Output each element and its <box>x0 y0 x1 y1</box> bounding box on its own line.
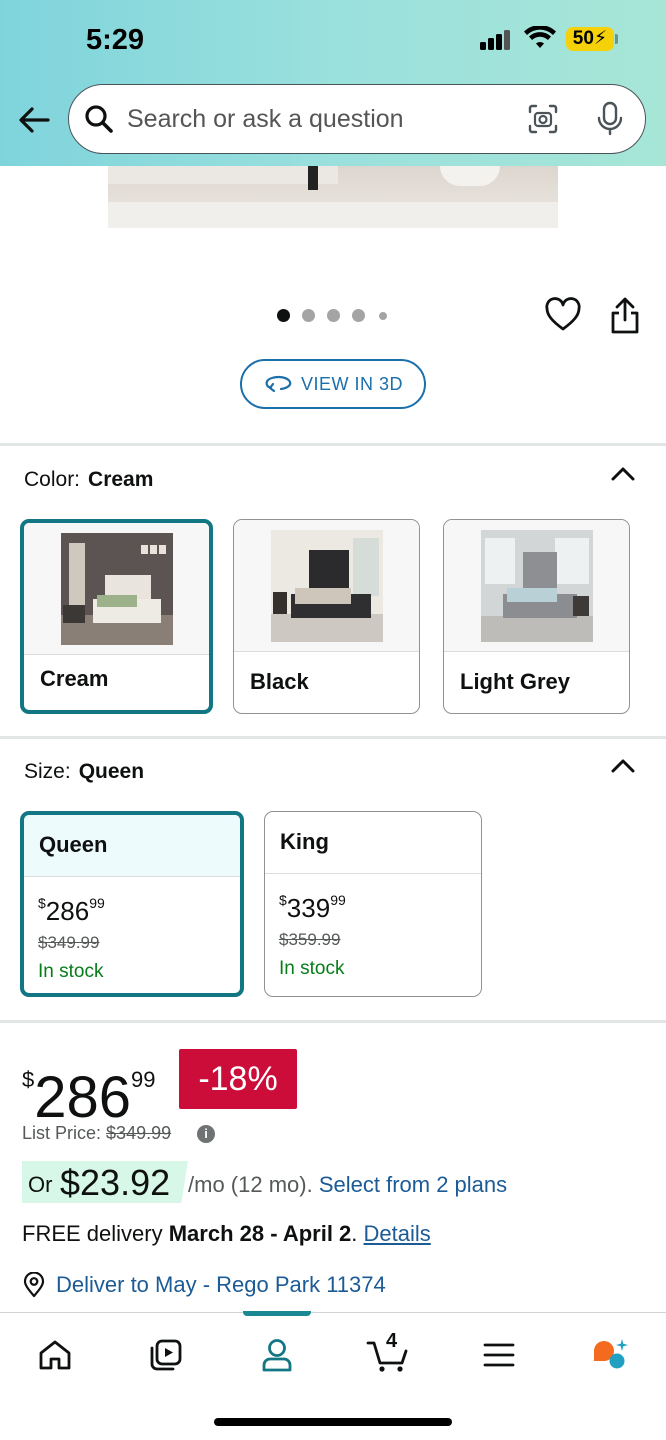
size-option-stock: In stock <box>38 961 104 982</box>
microphone-icon[interactable] <box>595 101 625 137</box>
monthly-amount: $23.92 <box>60 1162 171 1203</box>
video-play-icon <box>150 1339 182 1371</box>
light-grey-bed-thumbnail <box>480 530 593 642</box>
status-time: 5:29 <box>86 24 145 56</box>
location-pin-icon <box>23 1272 45 1298</box>
monthly-terms: /mo (12 mo). Select from 2 plans <box>188 1172 508 1197</box>
view-in-3d-button[interactable]: VIEW IN 3D <box>240 359 426 409</box>
nav-home[interactable] <box>25 1333 85 1377</box>
product-image[interactable] <box>108 166 558 228</box>
nav-account[interactable] <box>247 1333 307 1377</box>
pagination-dot <box>352 309 365 322</box>
nav-rufus[interactable] <box>580 1333 640 1377</box>
size-option-price: $28699 <box>38 895 105 926</box>
view-in-3d-label: VIEW IN 3D <box>300 373 403 394</box>
color-option-label: Light Grey <box>460 669 571 694</box>
home-indicator[interactable] <box>214 1418 452 1426</box>
nav-video[interactable] <box>136 1333 196 1377</box>
nav-menu[interactable] <box>469 1333 529 1377</box>
floor-area <box>108 202 558 228</box>
color-option-cream[interactable]: Cream <box>20 519 213 714</box>
search-icon <box>85 105 113 133</box>
pagination-dot-active <box>277 309 290 322</box>
color-option-black[interactable]: Black <box>233 519 420 714</box>
active-tab-indicator <box>243 1311 311 1316</box>
pagination-dot <box>327 309 340 322</box>
rufus-assistant-icon <box>594 1339 628 1369</box>
section-divider <box>0 443 666 446</box>
search-input[interactable] <box>127 85 507 153</box>
deliver-to-location[interactable]: Deliver to May - Rego Park 11374 <box>56 1272 386 1298</box>
color-option-label: Black <box>250 669 309 694</box>
size-option-list-price: $349.99 <box>38 933 100 952</box>
delivery-info: FREE delivery March 28 - April 2. Detail… <box>22 1221 431 1246</box>
cellular-signal-icon <box>480 30 510 50</box>
black-bed-thumbnail <box>270 530 383 642</box>
search-bar[interactable] <box>68 84 646 154</box>
rotate-3d-icon <box>265 375 292 393</box>
size-option-stock: In stock <box>279 958 345 979</box>
camera-scan-icon[interactable] <box>527 103 559 135</box>
stool <box>440 166 500 186</box>
swatch-thumbnail-area <box>234 520 419 652</box>
monthly-prefix: Or <box>28 1172 53 1197</box>
pagination-dot <box>379 312 387 320</box>
size-option-name: Queen <box>39 832 108 857</box>
color-option-light-grey[interactable]: Light Grey <box>443 519 630 714</box>
color-selected-value: Cream <box>88 468 154 491</box>
back-arrow-icon[interactable] <box>14 100 54 140</box>
wifi-icon <box>524 26 556 48</box>
home-icon <box>39 1340 71 1370</box>
info-icon[interactable]: i <box>197 1125 215 1143</box>
cream-bed-thumbnail <box>60 533 173 645</box>
main-price: $28699 <box>22 1065 156 1130</box>
battery-tip <box>615 34 618 44</box>
color-label: Color: <box>24 468 81 491</box>
share-icon[interactable] <box>608 296 642 336</box>
size-selected-value: Queen <box>78 760 145 783</box>
bed-frame <box>108 166 338 184</box>
size-option-header: Queen <box>24 815 240 877</box>
delivery-details-link[interactable]: Details <box>364 1221 431 1246</box>
swatch-thumbnail-area <box>24 523 209 655</box>
cart-count-badge: 4 <box>386 1330 398 1352</box>
person-icon <box>262 1339 292 1372</box>
size-option-king[interactable]: King $33999 $359.99 In stock <box>264 811 482 997</box>
size-option-price: $33999 <box>279 892 346 923</box>
section-divider <box>0 736 666 739</box>
heart-icon[interactable] <box>544 297 582 333</box>
select-plans-link[interactable]: Select from 2 plans <box>319 1172 507 1197</box>
color-section-header: Color: Cream <box>24 468 153 492</box>
menu-icon <box>483 1343 515 1367</box>
size-option-queen[interactable]: Queen $28699 $349.99 In stock <box>20 811 244 997</box>
size-label: Size: <box>24 760 71 783</box>
size-option-list-price: $359.99 <box>279 930 341 949</box>
deliver-to-text: Deliver to May - Rego Park 11374 <box>56 1272 386 1297</box>
bed-leg <box>308 166 318 190</box>
chevron-up-icon[interactable] <box>610 465 636 483</box>
battery-indicator: 50⚡ <box>566 27 614 51</box>
size-section-header: Size: Queen <box>24 760 144 784</box>
swatch-thumbnail-area <box>444 520 629 652</box>
chevron-up-icon[interactable] <box>610 757 636 775</box>
discount-badge: -18% <box>179 1049 297 1109</box>
color-option-label: Cream <box>40 666 109 691</box>
list-price: List Price: $349.99 <box>22 1123 172 1143</box>
size-option-name: King <box>280 829 329 854</box>
section-divider <box>0 1020 666 1023</box>
pagination-dot <box>302 309 315 322</box>
size-option-header: King <box>265 812 481 874</box>
app-header: 5:29 50⚡ <box>0 0 666 166</box>
